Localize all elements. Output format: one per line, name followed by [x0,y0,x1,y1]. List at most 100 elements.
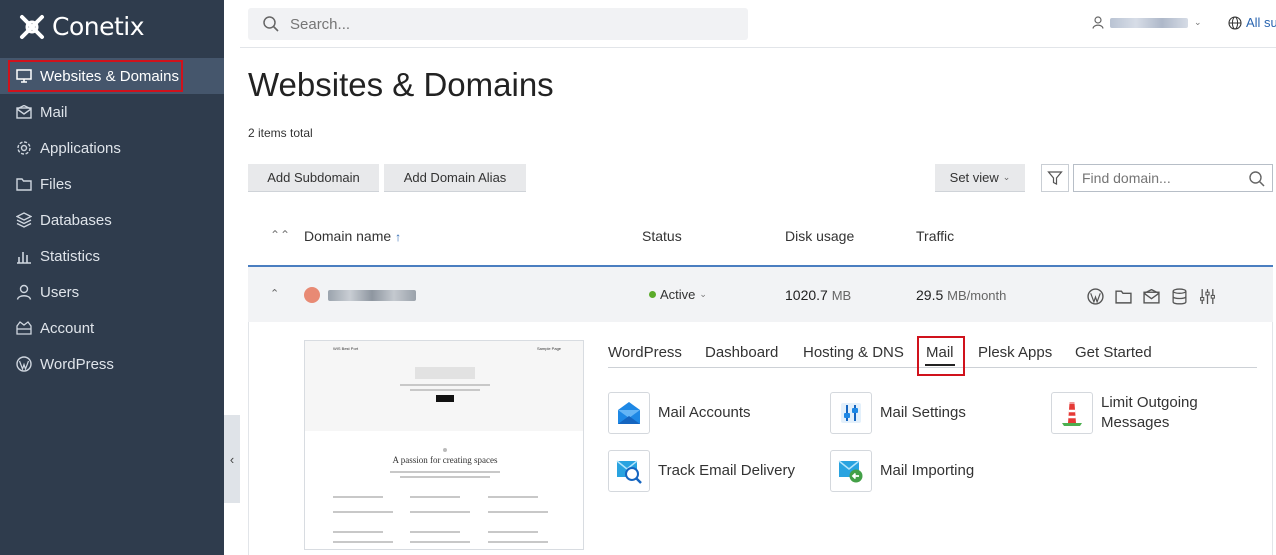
column-header-traffic[interactable]: Traffic [916,228,954,244]
preview-text-line [400,384,490,386]
briefcase-icon [16,320,32,336]
preview-text-line [488,511,548,513]
page-title: Websites & Domains [248,66,554,103]
status-badge[interactable]: Active ⌄ [649,287,707,302]
globe-icon [1228,15,1242,30]
status-text: Active [660,287,696,302]
sliders-icon[interactable] [1198,287,1216,305]
preview-text-line [410,496,460,498]
sidebar-item-mail[interactable]: Mail [0,94,224,130]
row-quick-actions [1086,287,1216,305]
folder-icon[interactable] [1114,287,1132,305]
user-menu[interactable]: ⌄ [1092,16,1202,29]
traffic-unit: MB/month [947,288,1007,303]
filter-button[interactable] [1041,164,1069,192]
sidebar-item-wordpress[interactable]: WordPress [0,346,224,382]
find-domain-field[interactable] [1073,164,1273,192]
highlight-box [917,336,965,376]
tab-hosting-dns[interactable]: Hosting & DNS [803,344,904,361]
sidebar-item-websites-domains[interactable]: Websites & Domains [0,58,224,94]
traffic: 29.5 MB/month [916,287,1006,303]
preview-text-line [333,496,383,498]
mail-accounts-icon [608,392,650,434]
column-label: Domain name [304,228,392,244]
preview-text-line [488,531,538,533]
preview-text-line [333,531,383,533]
preview-nav-left: WIS Best Port [333,346,359,351]
sidebar-item-statistics[interactable]: Statistics [0,238,224,274]
preview-text-line [390,471,500,473]
sidebar-item-account[interactable]: Account [0,310,224,346]
add-domain-alias-button[interactable]: Add Domain Alias [384,164,526,192]
preview-text-line [410,541,470,543]
preview-heading: A passion for creating spaces [392,455,498,465]
sidebar-item-databases[interactable]: Databases [0,202,224,238]
add-subdomain-button[interactable]: Add Subdomain [248,164,379,192]
set-view-button[interactable]: Set view ⌄ [935,164,1025,192]
domain-name-blurred[interactable] [328,290,416,301]
search-icon [263,16,279,32]
global-search[interactable] [248,8,748,40]
track-email-icon [608,450,650,492]
sidebar-collapse-handle[interactable]: ‹ [224,415,240,503]
bar-chart-icon [16,248,32,264]
preview-dot [443,448,447,452]
preview-hero [305,341,583,431]
subscription-label: All su [1246,15,1276,30]
find-domain-input[interactable] [1082,170,1242,186]
tab-wordpress[interactable]: WordPress [608,344,682,361]
preview-text-line [410,531,460,533]
expand-all-icon[interactable]: ⌃⌃ [270,228,290,242]
traffic-value: 29.5 [916,287,944,303]
sidebar-item-label: Databases [40,211,112,229]
status-dot [649,291,656,298]
table-row: ⌃ Active ⌄ 1020.7 MB 29.5 MB/month [248,265,1273,322]
disk-unit: MB [831,288,852,303]
limit-outgoing-messages-tool[interactable]: Limit Outgoing Messages [1051,392,1221,434]
database-icon[interactable] [1170,287,1188,305]
envelope-icon[interactable] [1142,287,1160,305]
chevron-down-icon: ⌄ [1002,172,1011,182]
tab-dashboard[interactable]: Dashboard [705,344,778,361]
subscription-selector[interactable]: All su [1228,15,1276,30]
mail-settings-tool[interactable]: Mail Settings [830,392,966,434]
folder-icon [16,176,32,192]
mail-importing-icon [830,450,872,492]
user-name-blurred [1110,17,1188,28]
track-email-delivery-tool[interactable]: Track Email Delivery [608,450,795,492]
search-input[interactable] [290,15,690,33]
column-header-status[interactable]: Status [642,228,682,244]
tab-get-started[interactable]: Get Started [1075,344,1152,361]
mail-accounts-tool[interactable]: Mail Accounts [608,392,751,434]
wordpress-icon[interactable] [1086,287,1104,305]
site-preview-thumbnail[interactable]: WIS Best Port Sample Page A passion for … [304,340,584,550]
topbar-divider [240,47,1276,48]
tool-label: Mail Settings [880,404,966,421]
mail-importing-tool[interactable]: Mail Importing [830,450,974,492]
column-header-disk-usage[interactable]: Disk usage [785,228,854,244]
collapse-row-icon[interactable]: ⌃ [270,287,279,300]
sidebar-item-users[interactable]: Users [0,274,224,310]
chevron-down-icon: ⌄ [1194,17,1202,27]
sidebar-item-label: WordPress [40,355,114,373]
wordpress-icon [16,356,32,372]
set-view-label: Set view [949,170,999,185]
preview-text-line [333,541,393,543]
database-icon [16,212,32,228]
sidebar-item-applications[interactable]: Applications [0,130,224,166]
search-icon[interactable] [1248,170,1266,188]
tool-label: Mail Importing [880,462,975,479]
envelope-icon [16,104,32,120]
brand-logo[interactable]: Conetix [18,12,145,41]
filter-icon [1047,171,1063,185]
preview-text-line [400,476,490,478]
tab-plesk-apps[interactable]: Plesk Apps [978,344,1052,361]
disk-value: 1020.7 [785,287,828,303]
column-header-domain[interactable]: Domain name ↑ [304,228,401,244]
sidebar-item-files[interactable]: Files [0,166,224,202]
sidebar-item-label: Account [40,319,95,337]
mail-settings-icon [830,392,872,434]
site-favicon-icon [304,287,320,303]
user-icon [16,284,32,300]
items-total: 2 items total [248,126,313,140]
